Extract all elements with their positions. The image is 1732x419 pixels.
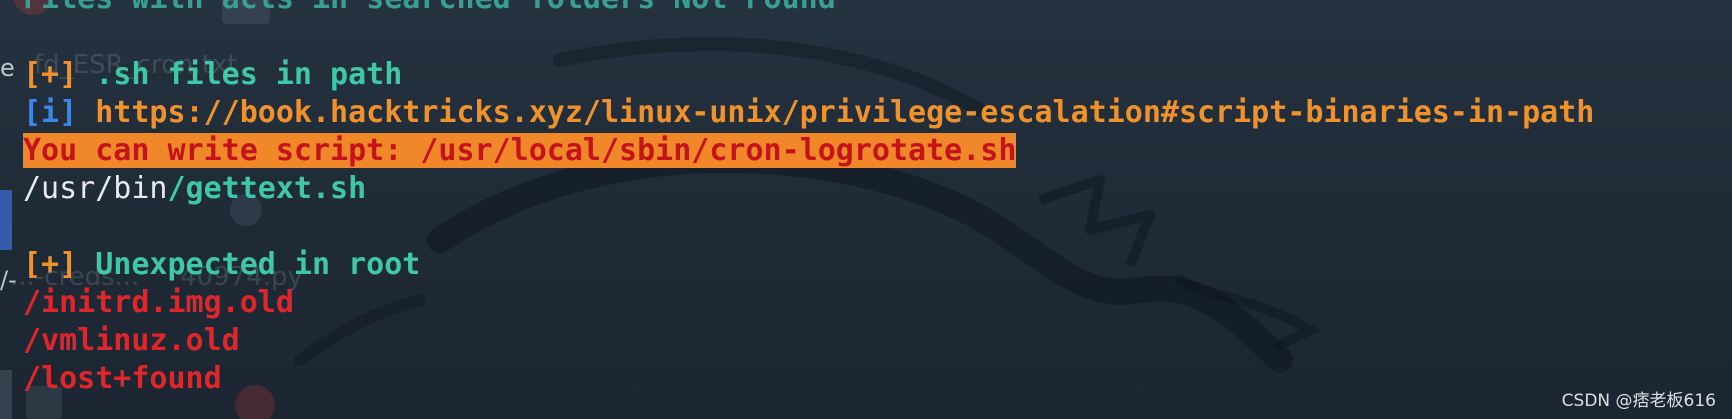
terminal-text: [i] — [23, 95, 78, 130]
terminal-text: /initrd.img.old — [23, 285, 294, 320]
writable-script-warning: You can write script: /usr/local/sbin/cr… — [23, 133, 1017, 168]
terminal-line: /usr/bin/gettext.sh — [23, 170, 1594, 208]
left-window-edge: e /- — [0, 0, 17, 419]
terminal-line — [23, 18, 1594, 56]
terminal-text: /gettext.sh — [167, 171, 367, 206]
terminal-line: /vmlinuz.old — [23, 322, 1594, 360]
terminal-text: https://book.hacktricks.xyz/linux-unix/p… — [77, 95, 1595, 130]
terminal-text: Files with acls in searched folders Not … — [23, 0, 836, 16]
edge-text: /- — [0, 266, 17, 294]
terminal-text: /vmlinuz.old — [23, 323, 240, 358]
edge-accent — [0, 370, 12, 419]
terminal-line: /initrd.img.old — [23, 284, 1594, 322]
terminal-output: Files with acls in searched folders Not … — [23, 0, 1594, 398]
terminal-window[interactable]: fd_ESR_cron.txt ...-creds... 40974.py e … — [0, 0, 1732, 419]
terminal-line: Files with acls in searched folders Not … — [23, 0, 1594, 18]
terminal-line: [+] .sh files in path — [23, 56, 1594, 94]
terminal-text: /lost+found — [23, 361, 222, 396]
terminal-line: /lost+found — [23, 360, 1594, 398]
terminal-line: You can write script: /usr/local/sbin/cr… — [23, 132, 1594, 170]
terminal-line: [i] https://book.hacktricks.xyz/linux-un… — [23, 94, 1594, 132]
terminal-line: [+] Unexpected in root — [23, 246, 1594, 284]
watermark: CSDN @痞老板616 — [1561, 391, 1716, 411]
terminal-text: .sh files in path — [77, 57, 403, 92]
terminal-line — [23, 208, 1594, 246]
edge-text: e — [0, 54, 15, 82]
terminal-text: [+] — [23, 247, 78, 282]
terminal-text: Unexpected in root — [77, 247, 421, 282]
terminal-text: [+] — [23, 57, 78, 92]
edge-accent — [0, 190, 12, 250]
terminal-text: /usr/bin — [23, 171, 168, 206]
